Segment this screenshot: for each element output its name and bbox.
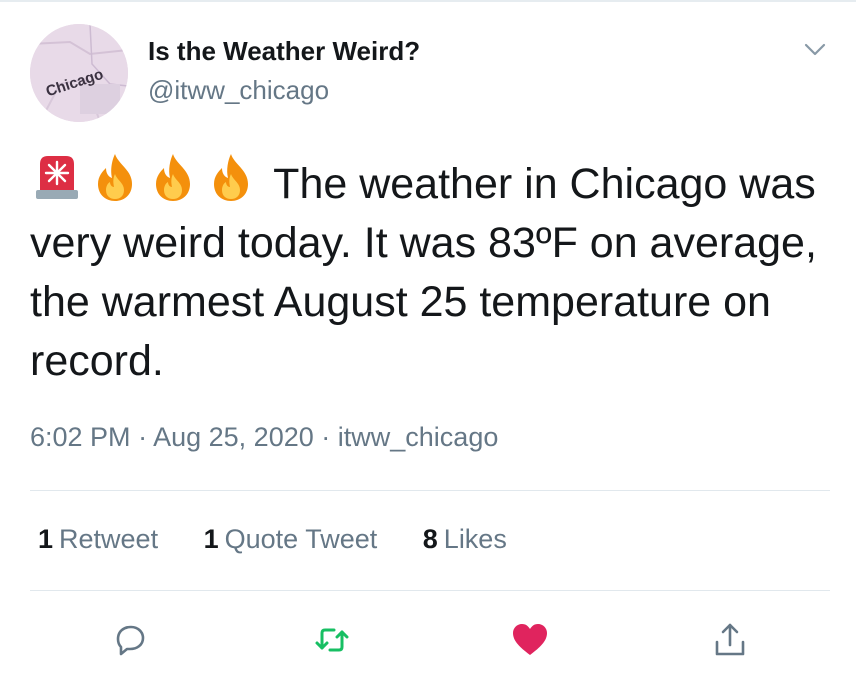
display-name[interactable]: Is the Weather Weird? — [148, 36, 420, 67]
rotating-light-icon — [30, 150, 84, 204]
likes-stat[interactable]: 8 Likes — [423, 524, 507, 555]
fire-icon — [146, 150, 200, 204]
quote-tweets-stat[interactable]: 1 Quote Tweet — [204, 524, 378, 555]
meta-separator: · — [138, 422, 148, 452]
fire-icon — [88, 150, 142, 204]
like-label: Likes — [443, 524, 507, 554]
quote-count: 1 — [203, 524, 219, 554]
retweets-stat[interactable]: 1 Retweet — [38, 524, 158, 555]
top-border — [0, 0, 856, 2]
tweet-source[interactable]: itww_chicago — [338, 422, 499, 452]
tweet-date[interactable]: Aug 25, 2020 — [153, 422, 314, 452]
retweet-label: Retweet — [59, 524, 159, 554]
quote-label: Quote Tweet — [224, 524, 378, 554]
reply-icon[interactable] — [110, 620, 150, 660]
tweet-body: The weather in Chicago was very weird to… — [30, 150, 820, 391]
share-icon[interactable] — [710, 620, 750, 660]
user-handle[interactable]: @itww_chicago — [148, 75, 329, 106]
fire-icon — [204, 150, 258, 204]
like-count: 8 — [422, 524, 438, 554]
chevron-down-icon[interactable] — [800, 34, 830, 64]
retweet-count: 1 — [38, 524, 54, 554]
divider — [30, 490, 830, 491]
tweet-stats: 1 Retweet 1 Quote Tweet 8 Likes — [38, 524, 545, 555]
divider — [30, 590, 830, 591]
retweet-icon[interactable] — [312, 620, 352, 660]
avatar-map-image: Chicago — [30, 24, 128, 122]
tweet-time[interactable]: 6:02 PM — [30, 422, 131, 452]
avatar[interactable]: Chicago — [30, 24, 128, 122]
heart-icon[interactable] — [510, 620, 550, 660]
tweet-meta: 6:02 PM · Aug 25, 2020 · itww_chicago — [30, 422, 498, 453]
meta-separator: · — [321, 422, 331, 452]
